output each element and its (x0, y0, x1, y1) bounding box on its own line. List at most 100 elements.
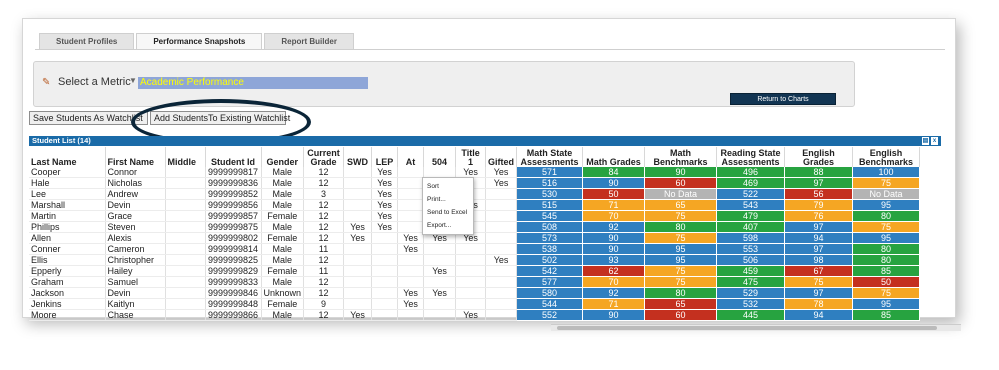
table-cell: Devin (105, 199, 166, 212)
table-cell: Yes (485, 167, 518, 179)
table-cell: 11 (303, 243, 345, 256)
table-cell: Ellis (29, 254, 106, 267)
table-cell: Yes (397, 298, 425, 311)
score-cell: 90 (644, 167, 718, 179)
table-cell: Andrew (105, 188, 166, 201)
table-cell: Devin (105, 287, 166, 300)
table-cell: 9999999875 (205, 221, 262, 234)
score-cell: 85 (852, 309, 921, 322)
table-cell: Hale (29, 177, 106, 190)
score-cell: 516 (516, 177, 584, 190)
menu-item-send-to-excel[interactable]: Send to Excel (427, 206, 469, 219)
table-cell: Male (261, 199, 305, 212)
table-cell: Yes (371, 177, 399, 190)
column-header[interactable]: Last Name (29, 147, 106, 167)
score-cell: 529 (716, 287, 786, 300)
column-header[interactable]: Math Grades (582, 147, 646, 167)
table-cell (343, 298, 373, 311)
score-cell: 97 (784, 287, 854, 300)
tab-performance-snapshots[interactable]: Performance Snapshots (136, 33, 263, 49)
return-to-charts-button[interactable]: Return to Charts (730, 93, 836, 105)
table-cell (165, 177, 206, 190)
menu-item-sort[interactable]: Sort (427, 180, 469, 193)
export-excel-icon[interactable]: x (931, 137, 938, 145)
score-cell: 445 (716, 309, 786, 322)
table-row[interactable]: Hale Nicholas 9999999836 Male 12 Yes Yes 516 90 6… (29, 177, 921, 190)
table-cell: 12 (303, 177, 345, 190)
score-cell: 97 (784, 243, 854, 256)
table-cell: Martin (29, 210, 106, 223)
table-cell: 12 (303, 210, 345, 223)
score-cell: 553 (716, 243, 786, 256)
table-header-row: Last Name First Name Middle Student Id G… (29, 147, 921, 167)
table-row[interactable]: Cooper Connor 9999999817 Male 12 Yes Yes Yes 571… (29, 167, 921, 179)
table-cell: Cooper (29, 167, 106, 179)
table-cell (485, 199, 518, 212)
table-row[interactable]: Moore Chase 9999999866 Male 12 Yes Yes 552 90 60 4… (29, 309, 921, 322)
column-header[interactable]: Title 1 (455, 147, 487, 167)
table-row[interactable]: Graham Samuel 9999999833 Male 12 577 70 75 475 75… (29, 276, 921, 289)
column-header[interactable]: LEP (371, 147, 399, 167)
menu-item-export[interactable]: Export... (427, 219, 469, 232)
metric-panel: ✎ Select a Metric ▼ Academic Performance… (33, 61, 855, 107)
export-pdf-icon[interactable]: ▤ (922, 137, 929, 145)
column-header[interactable]: Math Benchmarks (644, 147, 718, 167)
report-window: Student Profiles Performance Snapshots R… (22, 18, 961, 331)
table-row[interactable]: MarshallDevin9999999856Male12YesYes51571… (29, 199, 921, 212)
table-cell: Steven (105, 221, 166, 234)
table-row[interactable]: Lee Andrew 9999999852 Male 3 Yes 530 50 No Data 5… (29, 188, 921, 201)
table-cell: Marshall (29, 199, 106, 212)
table-row[interactable]: Conner Cameron 9999999814 Male 11 Yes 538 90 95 5… (29, 243, 921, 256)
score-cell: 545 (516, 210, 584, 223)
column-header[interactable]: Gender (261, 147, 305, 167)
column-header[interactable]: Reading State Assessments (716, 147, 786, 167)
table-cell (343, 188, 373, 201)
column-header[interactable]: Middle (165, 147, 206, 167)
score-cell: 90 (582, 309, 646, 322)
score-cell: 496 (716, 167, 786, 179)
metric-select[interactable]: Academic Performance (138, 77, 368, 89)
column-header[interactable]: 504 (423, 147, 457, 167)
column-header[interactable]: First Name (105, 147, 166, 167)
tab-student-profiles[interactable]: Student Profiles (39, 33, 135, 49)
table-cell: Male (261, 221, 305, 234)
column-header[interactable]: At (397, 147, 425, 167)
score-cell: 90 (582, 232, 646, 245)
table-cell: Yes (371, 188, 399, 201)
score-cell: 92 (582, 221, 646, 234)
table-cell (371, 287, 399, 300)
menu-item-print[interactable]: Print... (427, 193, 469, 206)
table-cell (371, 276, 399, 289)
table-row[interactable]: Epperly Hailey 9999999829 Female 11 Yes 542 62 7… (29, 265, 921, 278)
table-cell: 9999999857 (205, 210, 262, 223)
column-header[interactable]: English Benchmarks (852, 147, 921, 167)
table-row[interactable]: Jackson Devin 9999999846 Unknown 12 Yes Yes 580… (29, 287, 921, 300)
table-cell: Yes (343, 232, 373, 245)
table-row[interactable]: MartinGrace9999999857Female12YesYes54570… (29, 210, 921, 223)
table-cell: 9999999852 (205, 188, 262, 201)
column-header[interactable]: Current Grade (303, 147, 345, 167)
table-cell: Yes (485, 254, 518, 267)
tab-report-builder[interactable]: Report Builder (264, 33, 354, 49)
table-cell (455, 265, 487, 278)
column-header[interactable]: SWD (343, 147, 373, 167)
table-cell: Yes (397, 287, 425, 300)
table-cell (371, 232, 399, 245)
score-cell: 85 (852, 265, 921, 278)
table-row[interactable]: PhillipsSteven9999999875Male12YesYesYes5… (29, 221, 921, 234)
column-header[interactable]: Gifted (485, 147, 518, 167)
table-row[interactable]: Ellis Christopher 9999999825 Male 12 Yes 502 93… (29, 254, 921, 267)
column-header[interactable]: English Grades (784, 147, 854, 167)
table-row[interactable]: Jenkins Kaitlyn 9999999848 Female 9 Yes 544 71 6… (29, 298, 921, 311)
column-header[interactable]: Student Id (205, 147, 262, 167)
chevron-down-icon[interactable]: ▼ (129, 76, 137, 85)
horizontal-scrollbar[interactable] (551, 324, 961, 331)
score-cell: 75 (852, 221, 921, 234)
table-cell (371, 243, 399, 256)
table-cell: 9999999848 (205, 298, 262, 311)
scrollbar-thumb[interactable] (557, 326, 937, 330)
table-cell (343, 177, 373, 190)
table-row[interactable]: Allen Alexis 9999999802 Female 12 Yes Yes Yes Ye… (29, 232, 921, 245)
score-cell: 479 (716, 210, 786, 223)
column-header[interactable]: Math State Assessments (516, 147, 584, 167)
